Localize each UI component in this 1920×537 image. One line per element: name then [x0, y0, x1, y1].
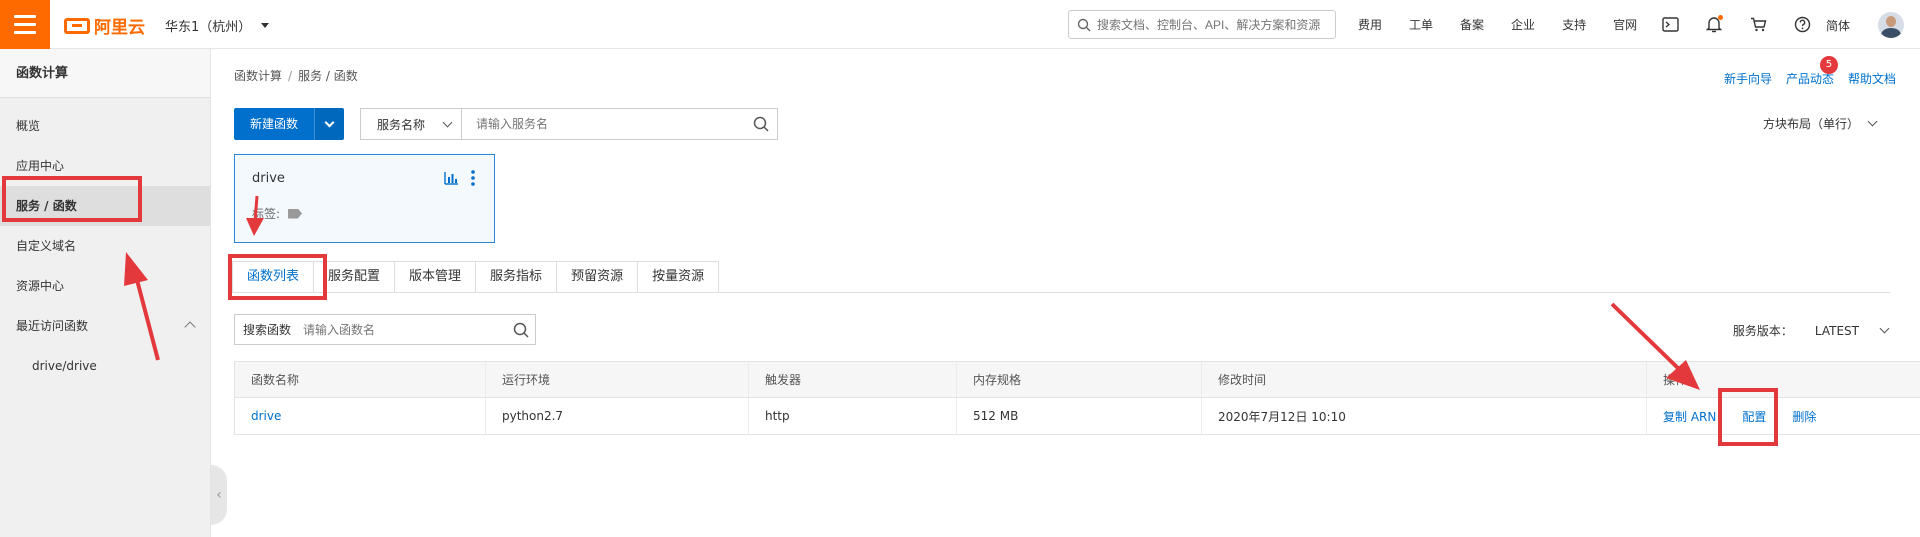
arrow-to-function-list [246, 195, 264, 236]
arrow-to-configure [1610, 302, 1700, 390]
annotation-arrows [124, 195, 1700, 390]
arrow-to-services [124, 252, 160, 361]
